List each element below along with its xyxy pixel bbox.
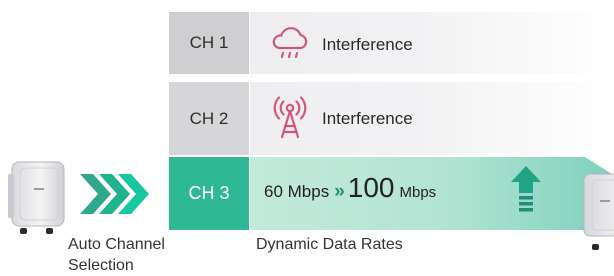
rate-chevron-icon: »	[334, 181, 344, 202]
interference-label-ch1: Interference	[322, 35, 413, 54]
radio-tower-icon	[273, 96, 307, 139]
rate-from-value: 60 Mbps	[264, 182, 330, 201]
caption-dynamic-data-rates: Dynamic Data Rates	[256, 236, 403, 253]
up-arrow-icon	[511, 166, 541, 212]
caption-auto-channel-selection: Auto Channel Selection	[68, 236, 165, 274]
channel-label-ch3: CH 3	[169, 157, 249, 230]
channel-label-ch1: CH 1	[169, 12, 249, 74]
cloud-rain-icon	[272, 27, 308, 59]
channel-label-ch2: CH 2	[169, 82, 249, 155]
forward-chevrons-icon	[80, 174, 149, 214]
outdoor-radio-device-right	[583, 173, 614, 250]
interference-label-ch2: Interference	[322, 109, 413, 128]
data-rate-row: 60 Mbps » 100 Mbps	[264, 172, 436, 220]
rate-to-value: 100	[347, 172, 395, 203]
outdoor-radio-device-left	[8, 161, 65, 234]
rate-to-unit: Mbps	[399, 184, 437, 201]
